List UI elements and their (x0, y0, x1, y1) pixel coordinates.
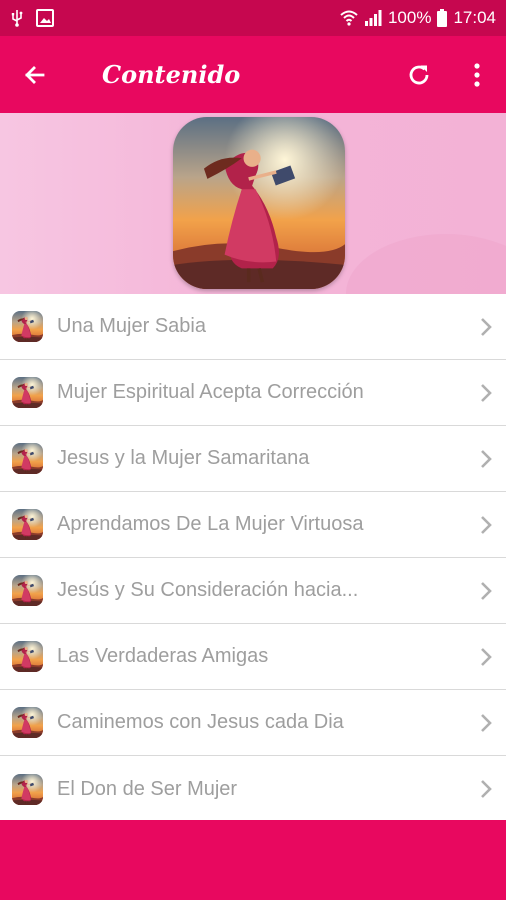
battery-icon (437, 9, 448, 27)
list-item[interactable]: Jesus y la Mujer Samaritana (0, 426, 506, 492)
page-title: Contenido (102, 60, 241, 89)
chevron-right-icon (481, 581, 492, 600)
chevron-right-icon (481, 713, 492, 732)
thumbnail-image (12, 311, 43, 342)
woman-with-book-image (173, 117, 345, 289)
list-item[interactable]: El Don de Ser Mujer (0, 756, 506, 822)
thumbnail-image (12, 509, 43, 540)
status-bar: 100% 17:04 (0, 0, 506, 36)
banner-decoration (346, 234, 506, 294)
chevron-right-icon (481, 383, 492, 402)
list-item[interactable]: Jesús y Su Consideración hacia... (0, 558, 506, 624)
list-item[interactable]: Aprendamos De La Mujer Virtuosa (0, 492, 506, 558)
chevron-right-icon (481, 780, 492, 798)
list-item[interactable]: Mujer Espiritual Acepta Corrección (0, 360, 506, 426)
chevron-right-icon (481, 317, 492, 336)
chevron-right-icon (481, 647, 492, 666)
wifi-icon (340, 10, 358, 26)
thumbnail-image (12, 575, 43, 606)
thumbnail-image (12, 443, 43, 474)
usb-icon (10, 9, 24, 27)
more-vert-icon (474, 62, 480, 87)
list-item-label: Aprendamos De La Mujer Virtuosa (57, 513, 364, 535)
chevron-right-icon (481, 515, 492, 534)
refresh-icon (409, 65, 429, 84)
thumbnail-image (12, 774, 43, 805)
list-item-label: Jesus y la Mujer Samaritana (57, 447, 310, 469)
list-item-label: Caminemos con Jesus cada Dia (57, 711, 344, 733)
thumbnail-image (12, 707, 43, 738)
clock: 17:04 (453, 8, 496, 27)
list-item[interactable]: Las Verdaderas Amigas (0, 624, 506, 690)
thumbnail-image (12, 377, 43, 408)
arrow-back-icon (25, 65, 45, 84)
list-item-label: Jesús y Su Consideración hacia... (57, 579, 359, 601)
signal-icon (364, 10, 382, 26)
refresh-button[interactable] (390, 36, 448, 113)
content-list: Una Mujer Sabia Mujer Espiritual Acepta … (0, 294, 506, 822)
chevron-right-icon (481, 449, 492, 468)
battery-percent: 100% (387, 8, 432, 27)
app-bar: Contenido (0, 36, 506, 113)
footer-bar (0, 820, 506, 900)
back-button[interactable] (0, 36, 70, 113)
list-item-label: Una Mujer Sabia (57, 315, 206, 337)
list-item[interactable]: Una Mujer Sabia (0, 294, 506, 360)
list-item-label: Mujer Espiritual Acepta Corrección (57, 381, 364, 403)
header-banner (0, 113, 506, 294)
list-item-label: El Don de Ser Mujer (57, 777, 238, 800)
more-options-button[interactable] (448, 36, 506, 113)
thumbnail-image (12, 641, 43, 672)
list-item-label: Las Verdaderas Amigas (57, 645, 269, 667)
image-icon (36, 9, 54, 27)
list-item[interactable]: Caminemos con Jesus cada Dia (0, 690, 506, 756)
